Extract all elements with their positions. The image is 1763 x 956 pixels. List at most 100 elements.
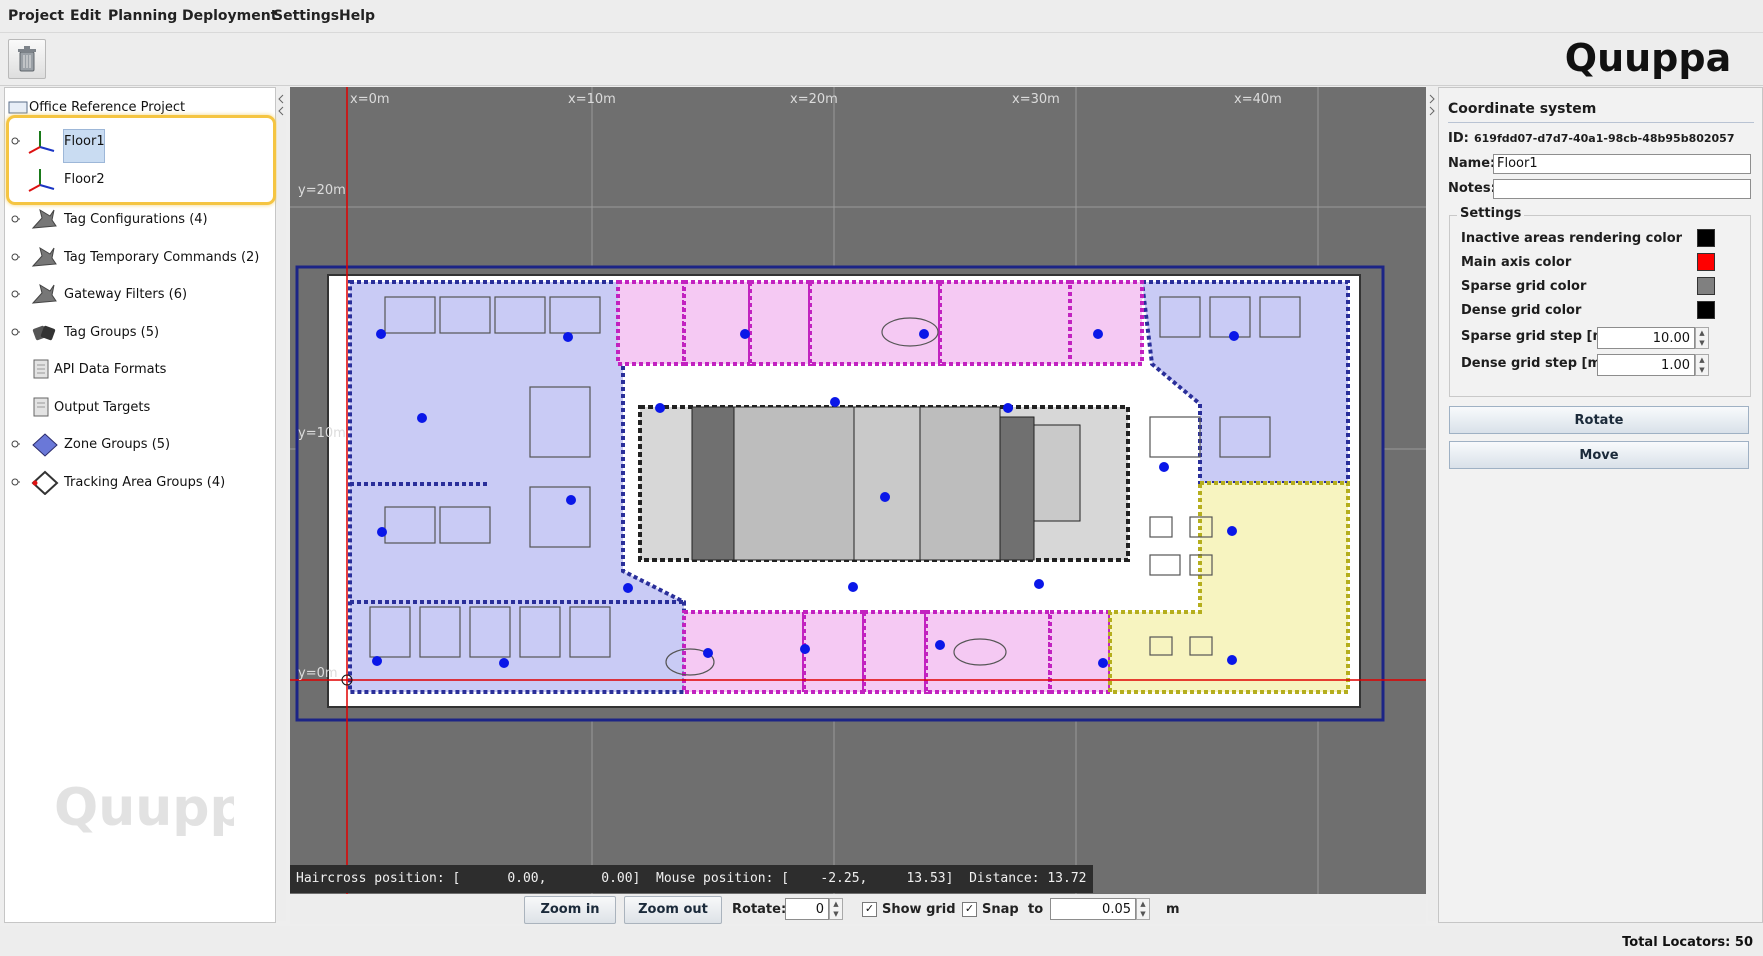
move-button[interactable]: Move	[1449, 441, 1749, 469]
show-grid-label: Show grid	[882, 902, 956, 917]
collapse-arrow-icon[interactable]	[1428, 91, 1437, 121]
id-value: 619fdd07-d7d7-40a1-98cb-48b95b802057	[1474, 132, 1735, 145]
dense-step-input[interactable]: 1.00	[1597, 354, 1695, 376]
inactive-color-swatch[interactable]	[1697, 229, 1715, 247]
rotate-input[interactable]: 0	[785, 898, 829, 920]
output-target-icon	[33, 397, 49, 417]
expander-icon[interactable]	[10, 214, 20, 224]
svg-text:x=30m: x=30m	[1012, 92, 1060, 107]
snap-spinner[interactable]: ▲ ▼	[1136, 898, 1150, 920]
svg-text:x=40m: x=40m	[1234, 92, 1282, 107]
tree-root-label[interactable]: Office Reference Project	[29, 100, 185, 115]
snap-label: Snap	[982, 902, 1019, 917]
name-label: Name:	[1448, 156, 1496, 171]
rotate-spinner[interactable]: ▲ ▼	[829, 898, 843, 920]
status-bar: Total Locators: 50	[0, 926, 1763, 956]
main-axis-color-swatch[interactable]	[1697, 253, 1715, 271]
sparse-step-spinner[interactable]: ▲ ▼	[1695, 327, 1709, 349]
sparse-step-label: Sparse grid step [m]	[1461, 329, 1612, 344]
svg-text:y=20m: y=20m	[298, 183, 346, 198]
tree-item-tag-groups[interactable]: Tag Groups (5)	[8, 318, 268, 346]
sparse-color-label: Sparse grid color	[1461, 279, 1587, 294]
snap-unit: m	[1166, 902, 1180, 917]
coordinate-system-panel: Coordinate system ID: 619fdd07-d7d7-40a1…	[1438, 87, 1763, 923]
tree-item-tracking-area-groups[interactable]: Tracking Area Groups (4)	[8, 468, 268, 496]
svg-text:Quuppa: Quuppa	[1565, 36, 1731, 80]
expander-icon[interactable]	[10, 289, 20, 299]
floor-plan-canvas[interactable]: x=0m x=10m x=20m x=30m x=40m y=20m y=10m…	[290, 87, 1426, 894]
expander-icon[interactable]	[10, 439, 20, 449]
tree-item-floor1[interactable]: Floor1	[8, 127, 268, 155]
collapse-arrow-icon[interactable]	[277, 91, 286, 121]
menu-deployment[interactable]: Deployment	[182, 8, 277, 24]
sparse-step-input[interactable]: 10.00	[1597, 327, 1695, 349]
position-status: Haircross position: [ 0.00, 0.00] Mouse …	[290, 865, 1093, 893]
menu-settings[interactable]: Settings	[273, 8, 339, 24]
svg-text:x=0m: x=0m	[350, 92, 390, 107]
snap-to-label: to	[1028, 902, 1044, 917]
canvas-controls: Zoom in Zoom out Rotate: 0 ▲ ▼ ✓ Show gri…	[290, 894, 1426, 924]
menu-bar: Project Edit Planning Deployment Setting…	[0, 0, 1763, 33]
rotate-label: Rotate:	[732, 902, 787, 917]
tree-item-floor2[interactable]: Floor2	[8, 165, 268, 193]
tree-item-tag-temporary-commands[interactable]: Tag Temporary Commands (2)	[8, 243, 268, 271]
tree-item-tag-configurations[interactable]: Tag Configurations (4)	[8, 205, 268, 233]
snap-checkbox[interactable]: ✓	[962, 902, 977, 917]
title-divider	[1448, 122, 1754, 123]
dense-step-label: Dense grid step [m]	[1461, 356, 1607, 371]
tree-item-label: Output Targets	[54, 400, 151, 415]
tree-item-zone-groups[interactable]: Zone Groups (5)	[8, 430, 268, 458]
expander-icon[interactable]	[10, 327, 20, 337]
pink-zones-top[interactable]	[616, 280, 1144, 366]
delete-button[interactable]	[8, 39, 46, 79]
gateway-filter-icon	[31, 283, 57, 304]
right-splitter[interactable]	[1428, 87, 1437, 921]
svg-text:x=10m: x=10m	[568, 92, 616, 107]
quuppa-logo: Quuppa	[1565, 36, 1731, 80]
tree-item-label: Tracking Area Groups (4)	[64, 475, 226, 490]
expander-icon[interactable]	[10, 252, 20, 262]
tracking-area-icon	[31, 470, 59, 495]
menu-edit[interactable]: Edit	[70, 8, 101, 24]
menu-project[interactable]: Project	[8, 8, 64, 24]
axis-icon	[28, 131, 55, 154]
show-grid-checkbox[interactable]: ✓	[862, 902, 877, 917]
dense-color-label: Dense grid color	[1461, 303, 1582, 318]
notes-input[interactable]	[1493, 179, 1751, 199]
svg-text:y=10m: y=10m	[298, 426, 346, 441]
expander-icon[interactable]	[10, 136, 20, 146]
tree-item-output-targets[interactable]: Output Targets	[8, 393, 268, 421]
left-splitter[interactable]	[277, 87, 286, 921]
tree-item-label: Zone Groups (5)	[64, 437, 171, 452]
expander-icon[interactable]	[10, 477, 20, 487]
zoom-in-button[interactable]: Zoom in	[524, 896, 616, 924]
menu-help[interactable]: Help	[339, 8, 375, 24]
tag-groups-icon	[32, 325, 56, 341]
svg-text:x=20m: x=20m	[790, 92, 838, 107]
main-axis-color-label: Main axis color	[1461, 255, 1572, 270]
total-locators: Total Locators: 50	[1622, 935, 1753, 950]
name-input[interactable]: Floor1	[1493, 154, 1751, 174]
id-label: ID:	[1448, 131, 1469, 146]
rotate-button[interactable]: Rotate	[1449, 406, 1749, 434]
api-format-icon	[33, 359, 49, 379]
floor2-label: Floor2	[64, 172, 105, 187]
axis-icon	[28, 169, 55, 192]
floor-plan-svg[interactable]: x=0m x=10m x=20m x=30m x=40m y=20m y=10m…	[290, 87, 1426, 894]
snap-input[interactable]: 0.05	[1050, 898, 1136, 920]
zoom-out-button[interactable]: Zoom out	[624, 896, 722, 924]
tree-item-api-data-formats[interactable]: API Data Formats	[8, 355, 268, 383]
menu-planning[interactable]: Planning	[108, 8, 177, 24]
dense-step-spinner[interactable]: ▲ ▼	[1695, 354, 1709, 376]
sparse-color-swatch[interactable]	[1697, 277, 1715, 295]
notes-label: Notes:	[1448, 181, 1496, 196]
inactive-color-label: Inactive areas rendering color	[1461, 231, 1683, 246]
tag-config-icon	[31, 208, 57, 229]
settings-label: Settings	[1457, 206, 1525, 221]
tree-item-gateway-filters[interactable]: Gateway Filters (6)	[8, 280, 268, 308]
dense-color-swatch[interactable]	[1697, 301, 1715, 319]
quuppa-watermark: Quuppa	[54, 778, 234, 838]
tag-command-icon	[31, 246, 57, 267]
tree-item-label: Gateway Filters (6)	[64, 287, 188, 302]
tree-item-label: API Data Formats	[54, 362, 167, 377]
